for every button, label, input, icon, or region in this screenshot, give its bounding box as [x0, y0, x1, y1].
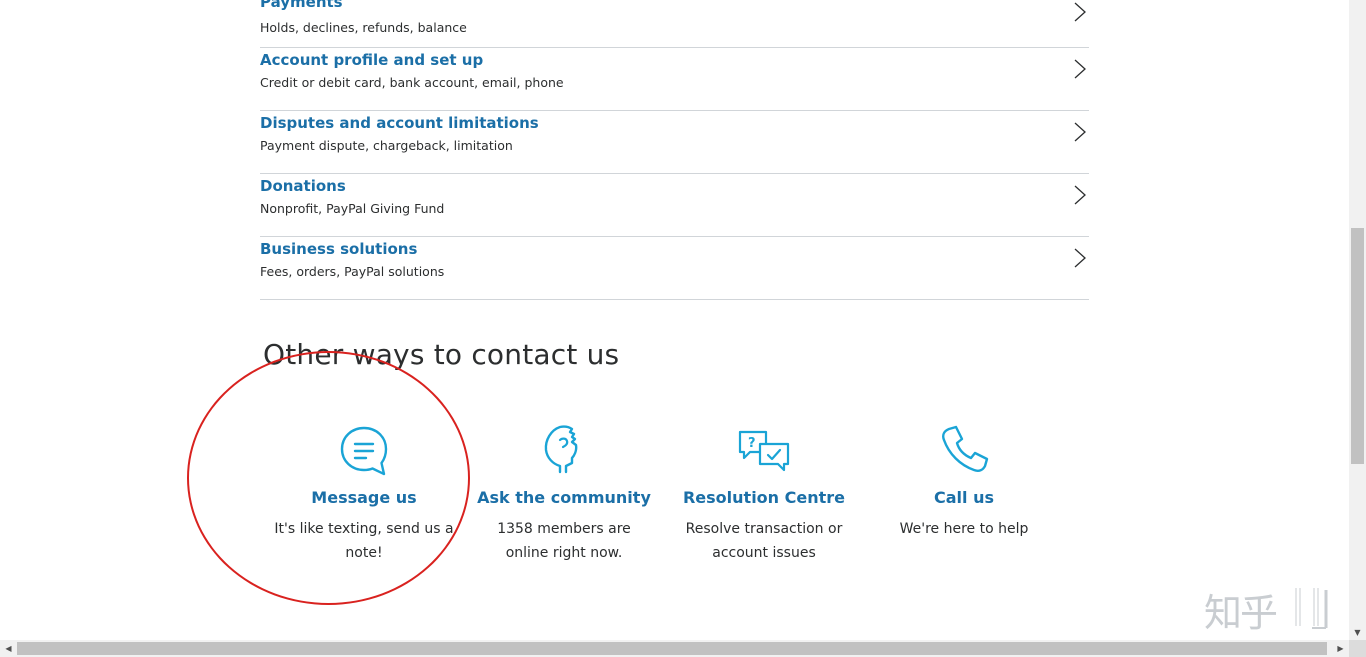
- help-page: Payments Holds, declines, refunds, balan…: [0, 0, 1349, 640]
- topic-subtitle: Payment dispute, chargeback, limitation: [260, 138, 513, 153]
- chevron-right-icon: [1074, 185, 1086, 205]
- scroll-left-arrow-icon[interactable]: ◀: [0, 640, 17, 657]
- contact-heading: Other ways to contact us: [263, 338, 620, 371]
- topic-subtitle: Credit or debit card, bank account, emai…: [260, 75, 564, 90]
- contact-option-ask-community[interactable]: Ask the community 1358 members are onlin…: [469, 422, 659, 565]
- phone-icon: [942, 425, 989, 472]
- topic-title[interactable]: Payments: [260, 0, 343, 11]
- watermark-text: 知乎: [1204, 591, 1278, 635]
- contact-option-title[interactable]: Ask the community: [469, 488, 659, 507]
- topic-subtitle: Fees, orders, PayPal solutions: [260, 264, 445, 279]
- watermark-stamp-icon: [1295, 588, 1328, 629]
- topic-title[interactable]: Account profile and set up: [260, 51, 483, 69]
- topic-title[interactable]: Business solutions: [260, 240, 417, 258]
- topic-title[interactable]: Disputes and account limitations: [260, 114, 539, 132]
- resolution-chat-icon: ?: [738, 430, 790, 472]
- topic-row-business-solutions[interactable]: Business solutions Fees, orders, PayPal …: [260, 237, 1089, 300]
- topic-title[interactable]: Donations: [260, 177, 346, 195]
- contact-option-title[interactable]: Resolution Centre: [669, 488, 859, 507]
- vertical-scrollbar-thumb[interactable]: [1351, 228, 1364, 464]
- vertical-scrollbar[interactable]: ▼: [1349, 0, 1366, 640]
- contact-option-resolution-centre[interactable]: ? Resolution Centre Resolve transaction …: [669, 422, 859, 565]
- chevron-right-icon: [1074, 248, 1086, 268]
- contact-option-description: Resolve transaction or account issues: [685, 521, 843, 561]
- topic-row-account-profile[interactable]: Account profile and set up Credit or deb…: [260, 48, 1089, 111]
- contact-option-call-us[interactable]: Call us We're here to help: [869, 422, 1059, 541]
- scrollbar-corner: [1349, 640, 1366, 657]
- topic-subtitle: Holds, declines, refunds, balance: [260, 20, 467, 35]
- topic-subtitle: Nonprofit, PayPal Giving Fund: [260, 201, 445, 216]
- topic-row-donations[interactable]: Donations Nonprofit, PayPal Giving Fund: [260, 174, 1089, 237]
- chevron-right-icon: [1074, 2, 1086, 22]
- contact-option-message-us[interactable]: Message us It's like texting, send us a …: [269, 422, 459, 565]
- zhihu-watermark: 知乎: [1204, 586, 1330, 635]
- topic-row-payments[interactable]: Payments Holds, declines, refunds, balan…: [260, 0, 1089, 48]
- message-bubble-icon: [340, 426, 388, 476]
- scroll-right-arrow-icon[interactable]: ▶: [1332, 640, 1349, 657]
- horizontal-scrollbar[interactable]: ◀ ▶: [0, 640, 1349, 657]
- contact-option-title[interactable]: Call us: [869, 488, 1059, 507]
- contact-option-title[interactable]: Message us: [269, 488, 459, 507]
- contact-option-description: It's like texting, send us a note!: [274, 521, 454, 561]
- contact-option-description: We're here to help: [899, 521, 1029, 537]
- topic-row-disputes[interactable]: Disputes and account limitations Payment…: [260, 111, 1089, 174]
- community-head-icon: [544, 425, 578, 474]
- horizontal-scrollbar-thumb[interactable]: [17, 642, 1327, 655]
- contact-option-description: 1358 members are online right now.: [497, 521, 631, 561]
- svg-text:?: ?: [748, 436, 756, 451]
- help-topic-list: Payments Holds, declines, refunds, balan…: [260, 0, 1089, 300]
- scroll-down-arrow-icon[interactable]: ▼: [1349, 626, 1366, 640]
- chevron-right-icon: [1074, 59, 1086, 79]
- chevron-right-icon: [1074, 122, 1086, 142]
